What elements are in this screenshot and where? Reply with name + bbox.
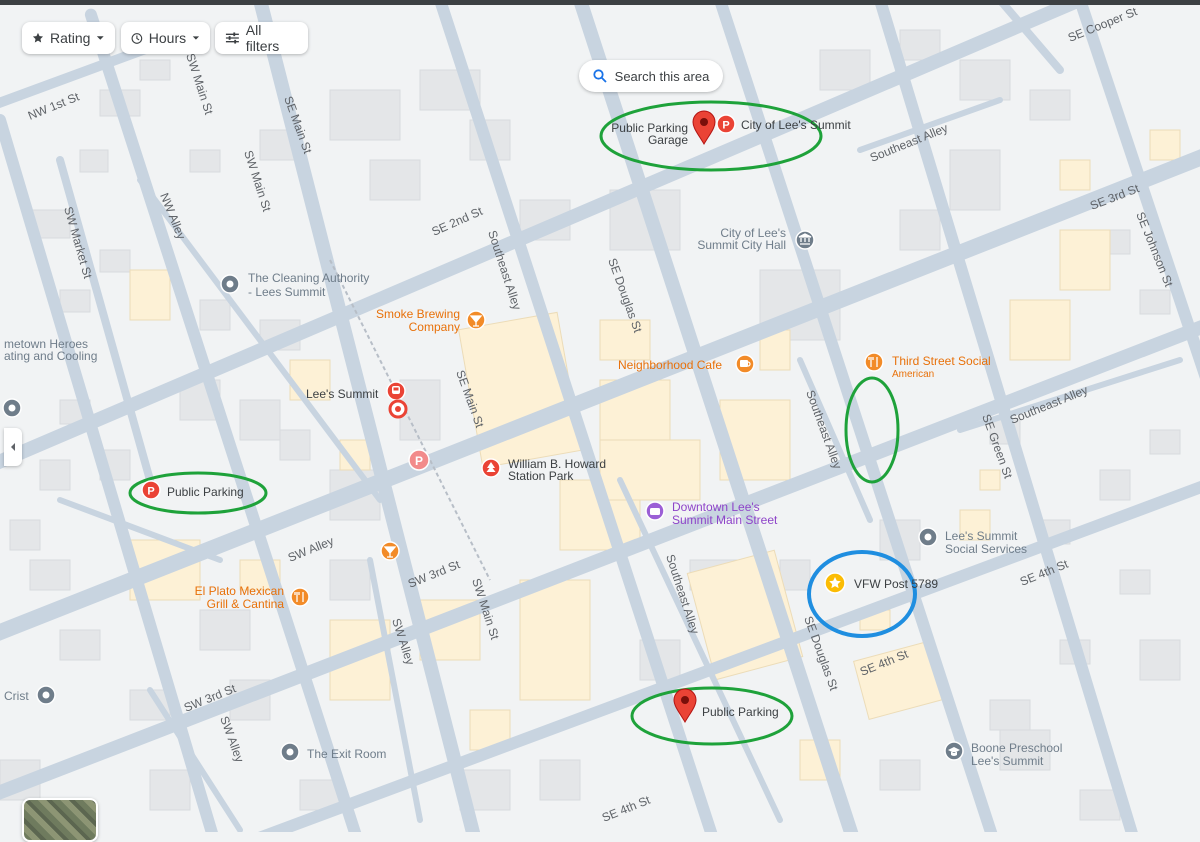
- parking-icon-pink[interactable]: P: [408, 449, 430, 471]
- label-line: Summit Main Street: [672, 513, 778, 527]
- city-lees-summit-label[interactable]: City of Lee's Summit: [741, 118, 851, 132]
- third-street-social-category: American: [892, 369, 934, 380]
- hometown-heroes-label[interactable]: metown Heroes ating and Cooling: [4, 337, 97, 363]
- crist-label[interactable]: Crist: [4, 689, 29, 703]
- rating-label: Rating: [49, 30, 91, 46]
- vfw-star-icon[interactable]: [824, 572, 846, 594]
- chevron-down-icon: [97, 36, 105, 40]
- downtown-icon[interactable]: [645, 501, 665, 521]
- svg-text:P: P: [722, 120, 729, 132]
- train-station-icon[interactable]: [386, 381, 406, 401]
- left-edge-marker-icon[interactable]: [2, 398, 22, 418]
- parking-icon-west[interactable]: P: [141, 480, 161, 500]
- el-plato-label[interactable]: El Plato Mexican Grill & Cantina: [195, 584, 285, 611]
- label-line: Smoke Brewing: [376, 307, 460, 321]
- sliders-icon: [225, 32, 239, 44]
- star-icon: [32, 32, 44, 43]
- social-services-icon[interactable]: [918, 527, 938, 547]
- transit-marker-icon[interactable]: [388, 399, 408, 419]
- window-top-edge: [0, 0, 1200, 5]
- restaurant-icon[interactable]: [864, 352, 884, 372]
- public-parking-south-label[interactable]: Public Parking: [702, 705, 779, 719]
- cleaning-authority-icon[interactable]: [220, 274, 240, 294]
- label-line: Lee's Summit: [945, 529, 1018, 543]
- satellite-layer-toggle[interactable]: [22, 798, 98, 842]
- restaurant-icon-el-plato[interactable]: [290, 587, 310, 607]
- label-line: Grill & Cantina: [207, 597, 285, 611]
- map-canvas[interactable]: NW 1st St SW Main St SW Main St NW Alley…: [0, 0, 1200, 832]
- search-this-area-label: Search this area: [614, 68, 710, 84]
- exit-room-icon[interactable]: [280, 742, 300, 762]
- bar-icon[interactable]: [380, 541, 400, 561]
- label-line: Lee's Summit: [971, 754, 1044, 768]
- label-line: - Lees Summit: [248, 285, 326, 299]
- label-line: Station Park: [508, 469, 574, 483]
- hours-label: Hours: [148, 30, 187, 46]
- svg-text:P: P: [147, 486, 154, 498]
- label-line: The Cleaning Authority: [248, 271, 369, 285]
- label-line: Social Services: [945, 542, 1027, 556]
- label-line: Garage: [648, 133, 688, 147]
- collapse-side-panel-button[interactable]: [4, 428, 22, 466]
- hours-filter-chip[interactable]: Hours: [121, 22, 210, 54]
- lees-summit-station-label[interactable]: Lee's Summit: [306, 387, 379, 401]
- vfw-post-label[interactable]: VFW Post 5789: [854, 577, 938, 591]
- all-filters-label: All filters: [245, 22, 280, 54]
- search-icon: [593, 69, 607, 83]
- svg-text:P: P: [415, 454, 423, 468]
- city-hall-icon[interactable]: [795, 230, 815, 250]
- social-services-label[interactable]: Lee's Summit Social Services: [945, 529, 1027, 556]
- neighborhood-cafe-label[interactable]: Neighborhood Cafe: [618, 358, 722, 372]
- parking-icon[interactable]: P: [716, 114, 736, 134]
- chevron-left-icon: [11, 443, 15, 451]
- chevron-down-icon: [192, 36, 200, 40]
- search-this-area-button[interactable]: Search this area: [579, 60, 723, 92]
- clock-icon: [131, 32, 143, 44]
- crist-icon[interactable]: [36, 685, 56, 705]
- third-street-social-label[interactable]: Third Street Social: [892, 354, 991, 368]
- public-parking-west-label[interactable]: Public Parking: [167, 485, 244, 499]
- rating-filter-chip[interactable]: Rating: [22, 22, 115, 54]
- school-icon[interactable]: [944, 741, 964, 761]
- cafe-icon[interactable]: [735, 354, 755, 374]
- label-line: Summit City Hall: [697, 238, 786, 252]
- park-icon[interactable]: [481, 458, 501, 478]
- brewery-icon[interactable]: [466, 310, 486, 330]
- all-filters-chip[interactable]: All filters: [215, 22, 308, 54]
- label-line: ating and Cooling: [4, 349, 97, 363]
- label-line: Boone Preschool: [971, 741, 1062, 755]
- exit-room-label[interactable]: The Exit Room: [307, 747, 386, 761]
- label-line: El Plato Mexican: [195, 584, 284, 598]
- label-line: Company: [409, 320, 460, 334]
- label-line: Downtown Lee's: [672, 500, 760, 514]
